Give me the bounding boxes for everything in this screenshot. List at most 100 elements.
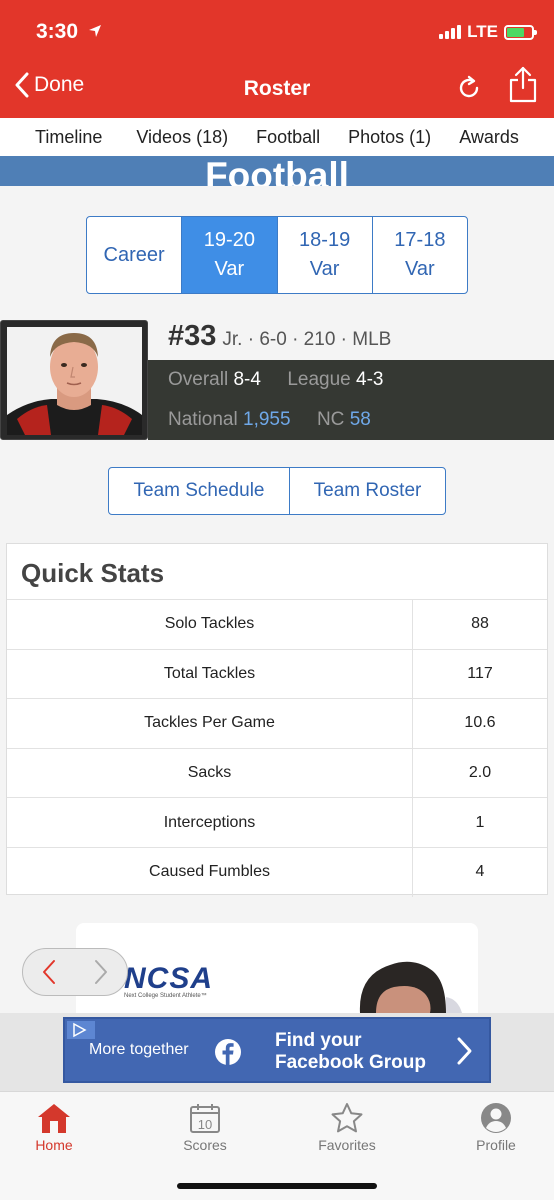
home-indicator bbox=[177, 1183, 377, 1189]
season-label: 17-18 bbox=[394, 229, 446, 251]
player-meta: Jr. · 6-0 · 210 · MLB bbox=[222, 329, 392, 350]
status-indicators: LTE bbox=[439, 22, 537, 42]
tab-home[interactable]: Home bbox=[0, 1102, 109, 1153]
team-links: Team Schedule Team Roster bbox=[108, 467, 446, 515]
carousel-pager bbox=[22, 948, 128, 996]
tab-timeline[interactable]: Timeline bbox=[0, 127, 122, 148]
status-time: 3:30 bbox=[36, 20, 79, 43]
team-roster-button[interactable]: Team Roster bbox=[290, 468, 445, 514]
league-label: League bbox=[287, 369, 351, 390]
stat-value: 4 bbox=[475, 863, 485, 881]
tab-label: Scores bbox=[183, 1137, 227, 1153]
tab-awards[interactable]: Awards bbox=[445, 127, 533, 148]
tab-football[interactable]: Football bbox=[242, 127, 334, 148]
quick-stats-card: Quick Stats Solo Tackles 88 Total Tackle… bbox=[6, 543, 548, 897]
record-overall-league: Overall 8-4 League 4-3 bbox=[168, 369, 384, 391]
profile-tabs: Timeline Videos (18) Football Photos (1)… bbox=[0, 118, 554, 156]
tab-favorites[interactable]: Favorites bbox=[292, 1102, 402, 1153]
share-icon[interactable] bbox=[508, 66, 538, 104]
tab-label: Favorites bbox=[318, 1137, 376, 1153]
location-arrow-icon bbox=[89, 25, 101, 37]
tab-scores[interactable]: 10 Scores bbox=[150, 1102, 260, 1153]
season-level: Var bbox=[405, 258, 435, 280]
table-row: Total Tackles 117 bbox=[7, 648, 547, 699]
refresh-icon[interactable] bbox=[455, 74, 483, 102]
section-title: Football bbox=[205, 156, 349, 186]
banner-cta: Find your Facebook Group bbox=[275, 1030, 426, 1074]
overall-label: Overall bbox=[168, 369, 229, 390]
stat-value: 88 bbox=[471, 615, 489, 633]
chevron-right-icon bbox=[95, 960, 107, 984]
nc-value[interactable]: 58 bbox=[350, 409, 371, 430]
banner-cta-line1: Find your bbox=[275, 1030, 362, 1051]
player-card: #33 Jr. · 6-0 · 210 · MLB Overall 8-4 Le… bbox=[0, 320, 554, 440]
tab-photos[interactable]: Photos (1) bbox=[334, 127, 445, 148]
previous-button[interactable] bbox=[41, 958, 57, 986]
table-row: Interceptions 1 bbox=[7, 797, 547, 847]
profile-icon bbox=[481, 1103, 511, 1133]
stat-label: Solo Tackles bbox=[7, 600, 413, 649]
table-row: Tackles Per Game 10.6 bbox=[7, 698, 547, 748]
table-row: Solo Tackles 88 bbox=[7, 599, 547, 649]
chevron-left-icon bbox=[43, 960, 55, 984]
player-header: #33 Jr. · 6-0 · 210 · MLB bbox=[168, 320, 391, 360]
chevron-right-icon bbox=[457, 1037, 472, 1065]
ncsa-brand: NCSA bbox=[124, 962, 214, 995]
signal-icon bbox=[439, 25, 462, 39]
ad-person-image bbox=[359, 961, 462, 1013]
season-career[interactable]: Career bbox=[87, 217, 183, 293]
facebook-banner-ad[interactable]: More together Find your Facebook Group bbox=[63, 1017, 491, 1083]
section-header: Football bbox=[0, 156, 554, 186]
nc-label: NC bbox=[316, 409, 345, 430]
tab-profile[interactable]: Profile bbox=[441, 1102, 551, 1153]
record-band: Overall 8-4 League 4-3 National 1,955 NC… bbox=[148, 360, 554, 440]
jersey-number: #33 bbox=[168, 320, 217, 352]
season-19-20[interactable]: 19-20 Var bbox=[182, 217, 278, 293]
season-18-19[interactable]: 18-19 Var bbox=[278, 217, 373, 293]
home-icon bbox=[38, 1104, 70, 1133]
stat-value: 2.0 bbox=[468, 764, 492, 782]
player-photo bbox=[7, 327, 142, 435]
stat-label: Sacks bbox=[7, 748, 413, 798]
ncsa-tagline: Next College Student Athlete™ bbox=[124, 993, 207, 999]
season-selector: Career 19-20 Var 18-19 Var 17-18 Var bbox=[86, 216, 468, 294]
stat-label: Caused Fumbles bbox=[7, 847, 413, 897]
stat-label: Interceptions bbox=[7, 798, 413, 847]
record-rankings: National 1,955 NC 58 bbox=[168, 409, 371, 431]
overall-value: 8-4 bbox=[233, 369, 261, 390]
team-schedule-button[interactable]: Team Schedule bbox=[109, 468, 290, 514]
stat-value: 1 bbox=[475, 813, 485, 831]
national-label: National bbox=[168, 409, 238, 430]
stat-value: 117 bbox=[467, 664, 493, 682]
stat-value: 10.6 bbox=[464, 714, 496, 732]
season-label: 19-20 bbox=[203, 229, 255, 251]
banner-lead-text: More together bbox=[89, 1041, 189, 1058]
quick-stats-table: Solo Tackles 88 Total Tackles 117 Tackle… bbox=[7, 599, 547, 897]
svg-text:10: 10 bbox=[198, 1117, 212, 1132]
star-icon bbox=[331, 1103, 363, 1133]
table-row: Sacks 2.0 bbox=[7, 747, 547, 798]
league-value: 4-3 bbox=[356, 369, 384, 390]
season-label: 18-19 bbox=[299, 229, 351, 251]
facebook-icon bbox=[215, 1039, 241, 1065]
calendar-icon: 10 bbox=[190, 1104, 220, 1133]
network-label: LTE bbox=[467, 22, 498, 41]
national-value[interactable]: 1,955 bbox=[243, 409, 291, 430]
tab-label: Home bbox=[35, 1137, 73, 1153]
tab-videos[interactable]: Videos (18) bbox=[122, 127, 242, 148]
season-17-18[interactable]: 17-18 Var bbox=[373, 217, 467, 293]
table-row: Caused Fumbles 4 bbox=[7, 846, 547, 897]
quick-stats-title: Quick Stats bbox=[21, 558, 165, 588]
banner-cta-line2: Facebook Group bbox=[275, 1052, 426, 1073]
player-photo-frame[interactable] bbox=[0, 320, 148, 440]
stat-label: Total Tackles bbox=[7, 649, 413, 699]
season-level: Var bbox=[214, 258, 245, 280]
ncsa-logo: NCSA Next College Student Athlete™ bbox=[124, 962, 213, 999]
season-level: Var bbox=[309, 258, 340, 280]
adchoices-icon[interactable] bbox=[67, 1021, 95, 1039]
stat-label: Tackles Per Game bbox=[7, 699, 413, 748]
battery-icon bbox=[504, 24, 537, 40]
top-bar: 3:30 LTE Done Roster bbox=[0, 0, 554, 118]
tab-label: Profile bbox=[476, 1137, 516, 1153]
next-button[interactable] bbox=[93, 958, 109, 986]
